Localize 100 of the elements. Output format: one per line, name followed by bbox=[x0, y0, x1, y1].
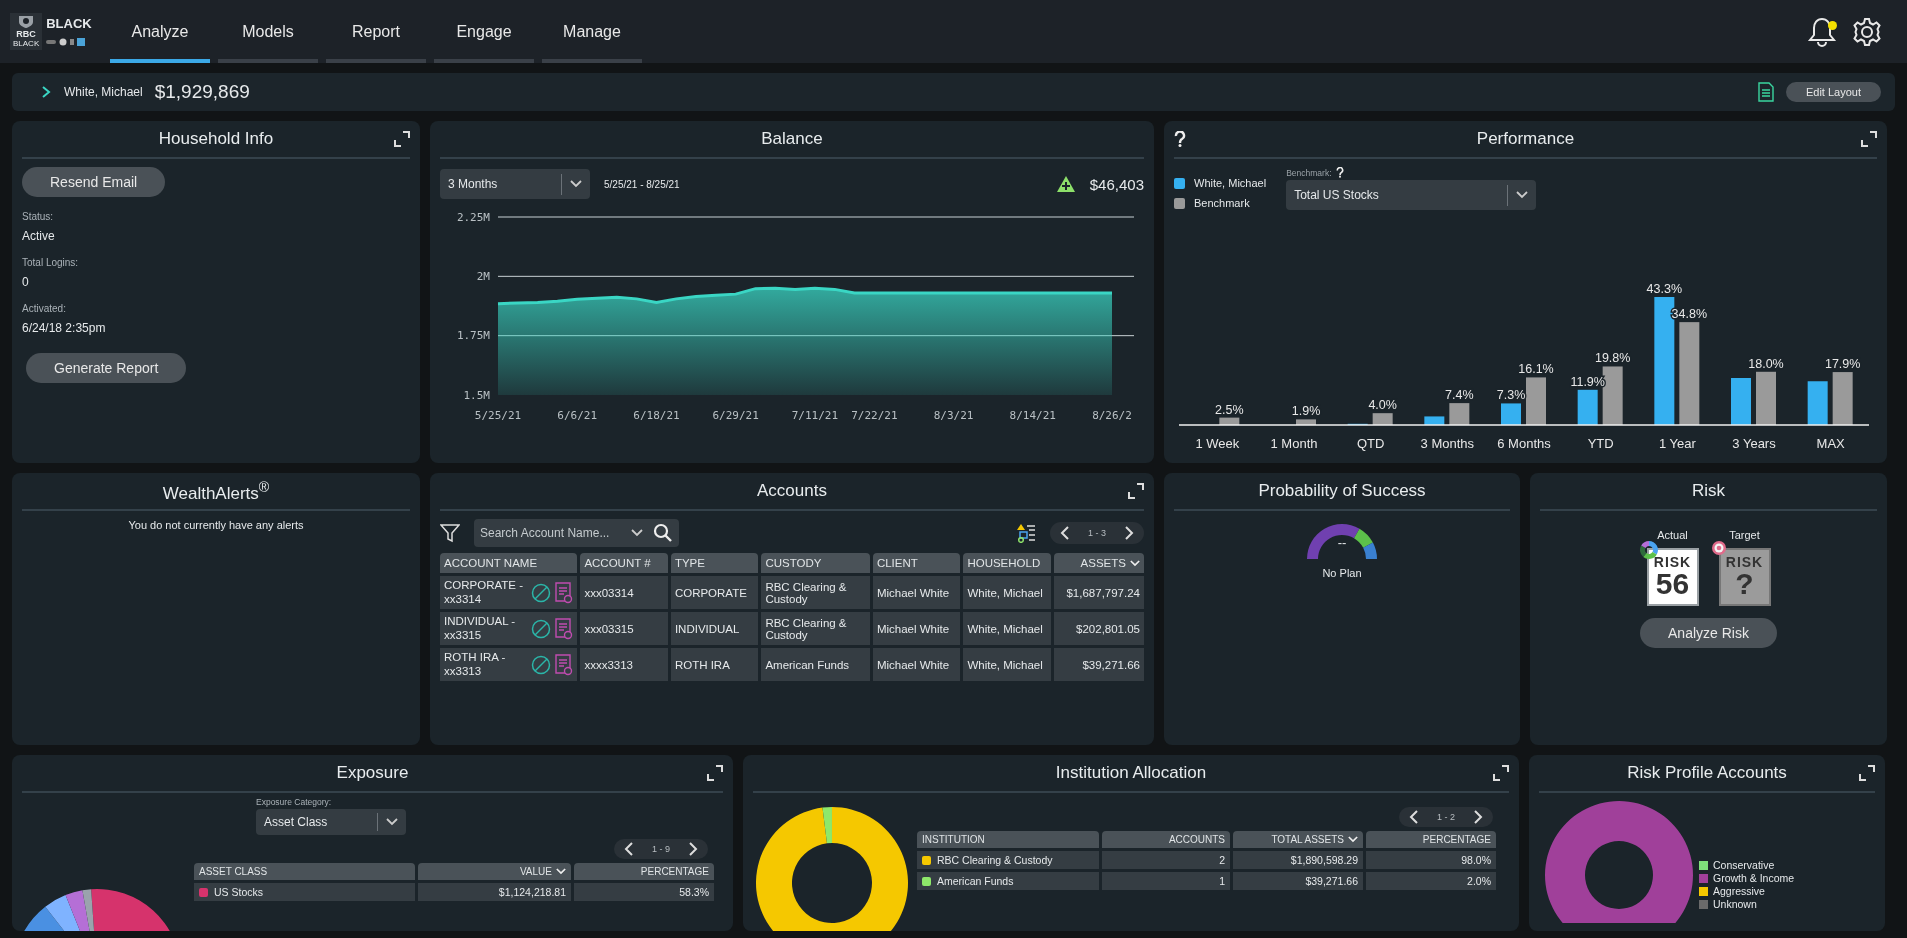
table-cell: xxx03314 bbox=[580, 576, 668, 609]
legend-label: Benchmark bbox=[1194, 197, 1250, 209]
value-label: 43.3% bbox=[1646, 282, 1683, 296]
panel-title: Household Info bbox=[157, 129, 275, 149]
table-cell: White, Michael bbox=[963, 648, 1051, 681]
risk-label: Actual bbox=[1657, 529, 1688, 541]
field-label: Activated: bbox=[22, 303, 66, 314]
logo-subtext: BLACK bbox=[13, 39, 40, 48]
legend-label: Aggressive bbox=[1713, 885, 1765, 897]
x-axis-label: MAX bbox=[1816, 436, 1845, 451]
table-cell: xxx03315 bbox=[580, 612, 668, 645]
table-cell: 98.0% bbox=[1366, 851, 1496, 869]
table-cell: $1,890,598.29 bbox=[1233, 851, 1363, 869]
value-label: 7.3% bbox=[1496, 388, 1526, 403]
page-range: 1 - 9 bbox=[652, 844, 670, 854]
table-cell: 58.3% bbox=[574, 883, 714, 901]
client-total: $1,929,869 bbox=[154, 81, 250, 103]
x-axis-label: 1 Week bbox=[1195, 436, 1240, 451]
table-cell: RBC Clearing & Custody bbox=[761, 612, 870, 645]
y-axis-label: 1.75M bbox=[456, 329, 490, 343]
x-axis-label: 1 Month bbox=[1270, 436, 1318, 451]
value-label: 2.5% bbox=[1215, 402, 1244, 417]
benchmark-label: Benchmark: bbox=[1286, 167, 1332, 178]
legend-label: Conservative bbox=[1713, 859, 1775, 871]
table-cell: $39,271.66 bbox=[1233, 872, 1363, 890]
panel-title: Risk Profile Accounts bbox=[1626, 763, 1788, 783]
table-cell: $1,687,797.24 bbox=[1053, 576, 1144, 609]
x-axis-label: 1 Year bbox=[1658, 436, 1696, 451]
logo-text: RBC bbox=[16, 29, 36, 39]
x-axis-label: YTD bbox=[1587, 436, 1614, 451]
panel-title: Institution Allocation bbox=[1054, 763, 1208, 783]
table-cell: US Stocks bbox=[194, 883, 415, 901]
panel-title: Balance bbox=[760, 129, 824, 149]
category-label: Exposure Category: bbox=[256, 797, 333, 807]
table-cell: $202,801.05 bbox=[1053, 612, 1144, 645]
x-axis-label: 8/26/2 bbox=[1092, 409, 1132, 422]
page-range: 1 - 2 bbox=[1437, 812, 1455, 822]
x-axis-label: 6/18/21 bbox=[633, 409, 680, 422]
table-cell: American Funds bbox=[761, 648, 870, 681]
page-range: 1 - 3 bbox=[1088, 528, 1106, 538]
table-cell: Michael White bbox=[872, 648, 961, 681]
table-cell: INDIVIDUAL bbox=[670, 612, 759, 645]
x-axis-label: 3 Years bbox=[1732, 436, 1776, 451]
y-axis-label: 1.5M bbox=[463, 388, 490, 402]
table-cell: 2 bbox=[1102, 851, 1230, 869]
panel-title: Risk bbox=[1690, 481, 1727, 501]
x-axis-label: 3 Months bbox=[1420, 436, 1475, 451]
table-cell: White, Michael bbox=[963, 612, 1051, 645]
table-cell: ROTH IRA bbox=[670, 648, 759, 681]
table-cell: American Funds bbox=[917, 872, 1099, 890]
x-axis-label: 7/11/21 bbox=[791, 409, 839, 422]
value-label: 4.0% bbox=[1368, 398, 1397, 413]
gauge-caption: No Plan bbox=[1321, 567, 1363, 579]
field-value: 0 bbox=[22, 275, 29, 289]
gauge-value: -- bbox=[1337, 535, 1347, 550]
x-axis-label: 6/29/21 bbox=[712, 409, 759, 422]
risk-label: Target bbox=[1729, 529, 1760, 541]
table-cell: RBC Clearing & Custody bbox=[917, 851, 1099, 869]
field-label: Status: bbox=[22, 211, 54, 222]
client-name: White, Michael bbox=[64, 85, 143, 99]
empty-message: You do not currently have any alerts bbox=[127, 519, 305, 531]
panel-title: Probability of Success bbox=[1257, 481, 1427, 501]
panel-title: Performance bbox=[1475, 129, 1576, 149]
panel-title: WealthAlerts$^{®}$ bbox=[161, 478, 271, 504]
value-label: 7.4% bbox=[1445, 388, 1474, 403]
table-cell: 1 bbox=[1102, 872, 1230, 890]
table-cell: CORPORATE bbox=[670, 576, 759, 609]
legend-label: White, Michael bbox=[1194, 177, 1267, 189]
value-label: 1.9% bbox=[1291, 404, 1321, 419]
panel-title: Exposure bbox=[335, 763, 410, 783]
x-axis-label: 8/14/21 bbox=[1009, 409, 1056, 422]
table-cell: White, Michael bbox=[963, 576, 1051, 609]
table-cell: RBC Clearing & Custody bbox=[761, 576, 870, 609]
table-cell: $39,271.66 bbox=[1053, 648, 1144, 681]
table-cell: Michael White bbox=[872, 576, 961, 609]
value-label: 19.8% bbox=[1594, 351, 1631, 366]
x-axis-label: 8/3/21 bbox=[933, 409, 974, 422]
x-axis-label: 7/22/21 bbox=[851, 409, 898, 422]
x-axis-label: 5/25/21 bbox=[474, 409, 522, 422]
value-label: 16.1% bbox=[1518, 362, 1554, 377]
field-value: Active bbox=[22, 229, 55, 243]
value-label: 17.9% bbox=[1824, 357, 1861, 372]
table-cell: Michael White bbox=[872, 612, 961, 645]
x-axis-label: 6 Months bbox=[1497, 436, 1551, 451]
panel-title: Accounts bbox=[756, 481, 828, 501]
y-axis-label: 2M bbox=[476, 269, 490, 283]
balance-change: $46,403 bbox=[1089, 175, 1144, 193]
table-cell: 2.0% bbox=[1366, 872, 1496, 890]
legend-label: Unknown bbox=[1713, 898, 1757, 910]
field-value: 6/24/18 2:35pm bbox=[22, 321, 106, 335]
field-label: Total Logins: bbox=[22, 257, 79, 268]
legend-label: Growth & Income bbox=[1713, 872, 1795, 884]
y-axis-label: 2.25M bbox=[456, 210, 490, 224]
value-label: 18.0% bbox=[1748, 356, 1784, 371]
table-cell: $1,124,218.81 bbox=[418, 883, 571, 901]
date-range: 5/25/21 - 8/25/21 bbox=[604, 178, 680, 190]
x-axis-label: 6/6/21 bbox=[557, 409, 598, 422]
table-cell: xxxx3313 bbox=[580, 648, 668, 681]
brand-name: BLACK bbox=[46, 16, 92, 31]
x-axis-label: QTD bbox=[1356, 436, 1385, 451]
